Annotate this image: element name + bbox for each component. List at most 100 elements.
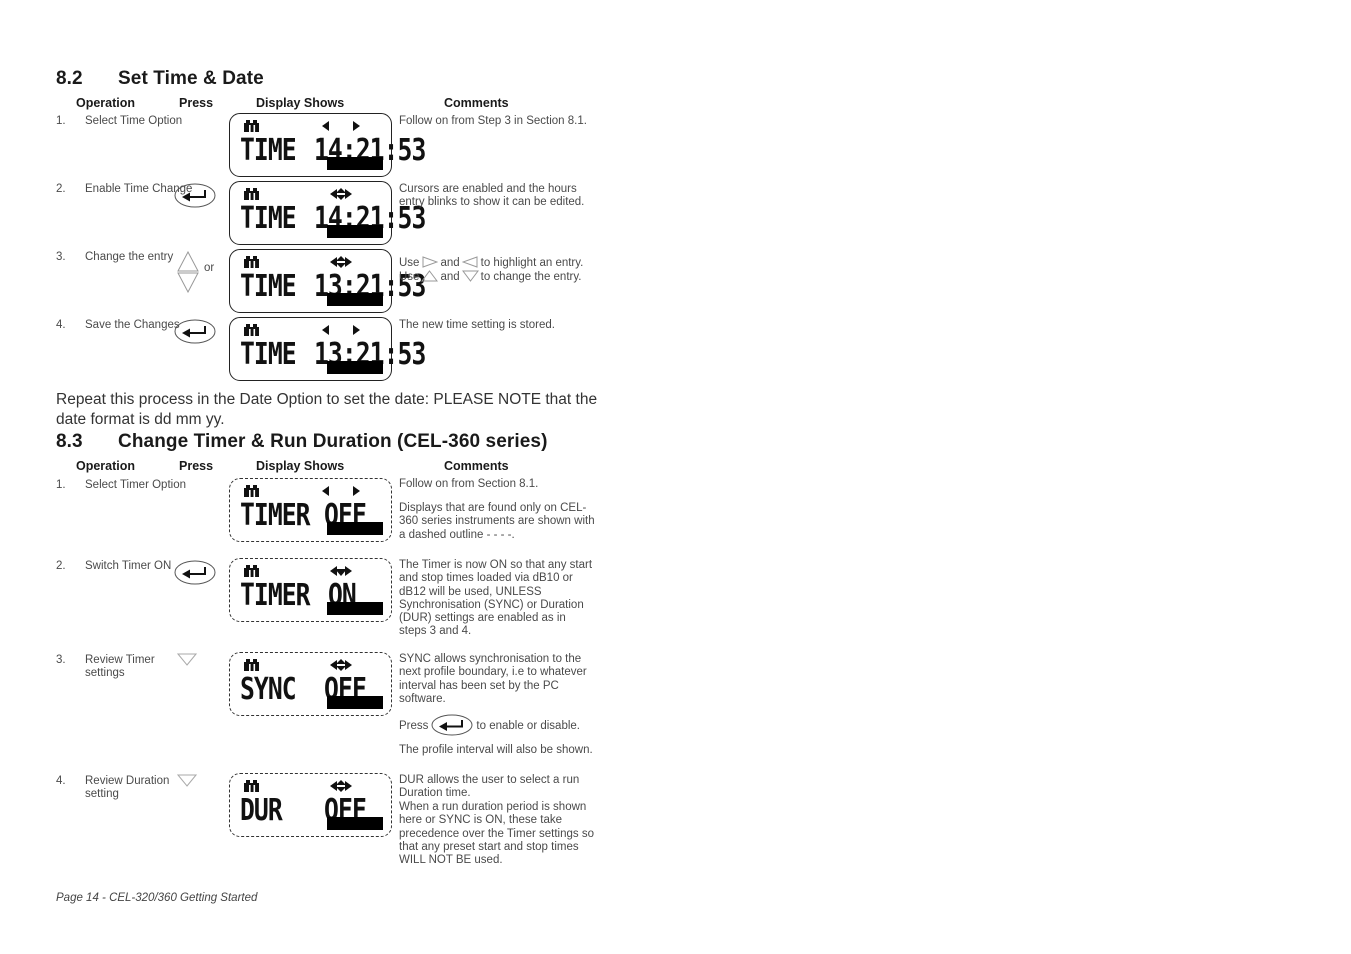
down-triangle-icon	[461, 270, 479, 283]
battery-icon	[244, 659, 259, 671]
comment-press-action: to enable or disable.	[476, 720, 580, 732]
lcd-status-bar	[327, 157, 383, 170]
header-display-shows: Display Shows	[256, 96, 345, 110]
lcd-label: DUR	[240, 793, 283, 829]
comment-change: to change the entry.	[480, 271, 582, 284]
comment-highlight: to highlight an entry.	[480, 257, 584, 269]
step-number: 1.	[56, 115, 66, 127]
lcd-arrows-left-updown-right	[330, 256, 352, 268]
step-operation-label: Select Timer Option	[85, 479, 186, 491]
section-8-3-number: 8.3	[56, 431, 83, 452]
lcd-display: SYNC OFF	[229, 652, 392, 716]
enter-key-icon[interactable]	[174, 560, 216, 585]
lcd-label: TIME	[240, 337, 297, 373]
comment-text: SYNC allows synchronisation to the next …	[399, 653, 587, 705]
step-number: 1.	[56, 479, 66, 491]
comment-text: The Timer is now ON so that any start an…	[399, 559, 593, 638]
lcd-label: TIME	[240, 269, 297, 305]
lcd-display: TIME 13:21:53	[229, 317, 426, 381]
lcd-display: DUR OFF	[229, 773, 392, 837]
lcd-display: TIMER ON	[229, 558, 392, 622]
up-down-triangles-icon[interactable]	[177, 251, 199, 293]
lcd-display: TIME 13:21:53	[229, 249, 426, 313]
lcd-display: TIME 14:21:53	[229, 181, 426, 245]
battery-icon	[244, 485, 259, 497]
down-triangle-icon[interactable]	[177, 774, 197, 787]
lcd-arrows-left-right	[322, 486, 360, 496]
header-comments: Comments	[444, 96, 509, 110]
battery-icon	[244, 780, 259, 792]
comment-text: Use and to highlight an entry. Use and to ch…	[399, 256, 595, 285]
lcd-arrows-left-updown-right	[330, 659, 352, 671]
lcd-status-bar	[327, 361, 383, 374]
column-headers-8-3: Operation Press Display Shows Comments	[56, 459, 576, 475]
header-operation: Operation	[76, 96, 136, 110]
lcd-label: TIME	[240, 201, 297, 237]
section-8-2-heading: 8.2 Set Time & Date	[56, 68, 264, 90]
comment-text: Follow on from Section 8.1.	[399, 478, 539, 490]
comment-use-2: Use	[399, 271, 420, 284]
header-operation: Operation	[76, 459, 136, 473]
step-number: 4.	[56, 775, 66, 787]
lcd-status-bar	[327, 817, 383, 830]
section-8-3-title: Change Timer & Run Duration (CEL-360 ser…	[118, 431, 548, 452]
left-triangle-icon	[461, 256, 478, 268]
comment-text-secondary: When a run duration period is shown here…	[399, 801, 594, 867]
lcd-display: TIME 14:21:53	[229, 113, 426, 177]
lcd-status-bar	[327, 602, 383, 615]
step-number: 2.	[56, 183, 66, 195]
battery-icon	[244, 324, 259, 336]
enter-key-icon[interactable]	[431, 714, 473, 736]
down-triangle-icon[interactable]	[177, 653, 197, 666]
step-number: 4.	[56, 319, 66, 331]
header-press: Press	[179, 96, 214, 110]
lcd-arrows-left-right	[322, 325, 360, 335]
step-operation-label: Select Time Option	[85, 115, 183, 127]
lcd-label: TIMER	[240, 498, 311, 534]
step-number: 2.	[56, 560, 66, 572]
lcd-arrows-left-right	[322, 121, 360, 131]
lcd-label: TIMER	[240, 578, 311, 614]
page-footer: Page 14 - CEL-320/360 Getting Started	[56, 892, 258, 904]
lcd-arrows-left-updown-right	[330, 780, 352, 792]
lcd-label: SYNC	[240, 672, 297, 708]
lcd-status-bar	[327, 293, 383, 306]
lcd-label: TIME	[240, 133, 297, 169]
enter-key-icon[interactable]	[174, 183, 216, 208]
comment-and-1: and	[440, 257, 460, 269]
lcd-arrows-left-down-right	[330, 566, 352, 576]
battery-icon	[244, 256, 259, 268]
lcd-arrows-left-updown-right	[330, 188, 352, 200]
comment-press-label: Press	[399, 720, 429, 732]
header-press: Press	[179, 459, 214, 473]
right-triangle-icon	[422, 256, 439, 268]
body-paragraph: Repeat this process in the Date Option t…	[56, 391, 598, 428]
comment-text-press: Press to enable or disable.	[399, 714, 595, 736]
enter-key-icon[interactable]	[174, 319, 216, 344]
up-triangle-icon	[421, 270, 439, 282]
battery-icon	[244, 565, 259, 577]
comment-text-interval: The profile interval will also be shown.	[399, 744, 593, 756]
header-comments: Comments	[444, 459, 509, 473]
section-8-3-heading: 8.3 Change Timer & Run Duration (CEL-360 …	[56, 431, 548, 453]
comment-text: Cursors are enabled and the hours entry …	[399, 183, 585, 209]
section-8-2-title: Set Time & Date	[118, 68, 264, 89]
column-headers-8-2: Operation Press Display Shows Comments	[56, 96, 576, 112]
comment-text: Follow on from Step 3 in Section 8.1.	[399, 115, 587, 127]
lcd-status-bar	[327, 522, 383, 535]
comment-and-2: and	[440, 271, 460, 284]
lcd-display: TIMER OFF	[229, 478, 392, 542]
section-8-2-number: 8.2	[56, 68, 83, 89]
document-page: 8.2 Set Time & Date Operation Press Displ…	[0, 0, 1351, 954]
step-number: 3.	[56, 251, 66, 263]
battery-icon	[244, 188, 259, 200]
comment-text: The new time setting is stored.	[399, 319, 555, 331]
step-number: 3.	[56, 654, 66, 666]
header-display-shows: Display Shows	[256, 459, 345, 473]
press-or-label: or	[204, 262, 215, 274]
lcd-status-bar	[327, 696, 383, 709]
comment-text-secondary: Displays that are found only on CEL-360 …	[399, 502, 595, 541]
lcd-status-bar	[327, 225, 383, 238]
comment-use-1: Use	[399, 257, 420, 269]
comment-text: DUR allows the user to select a run Dura…	[399, 774, 580, 800]
